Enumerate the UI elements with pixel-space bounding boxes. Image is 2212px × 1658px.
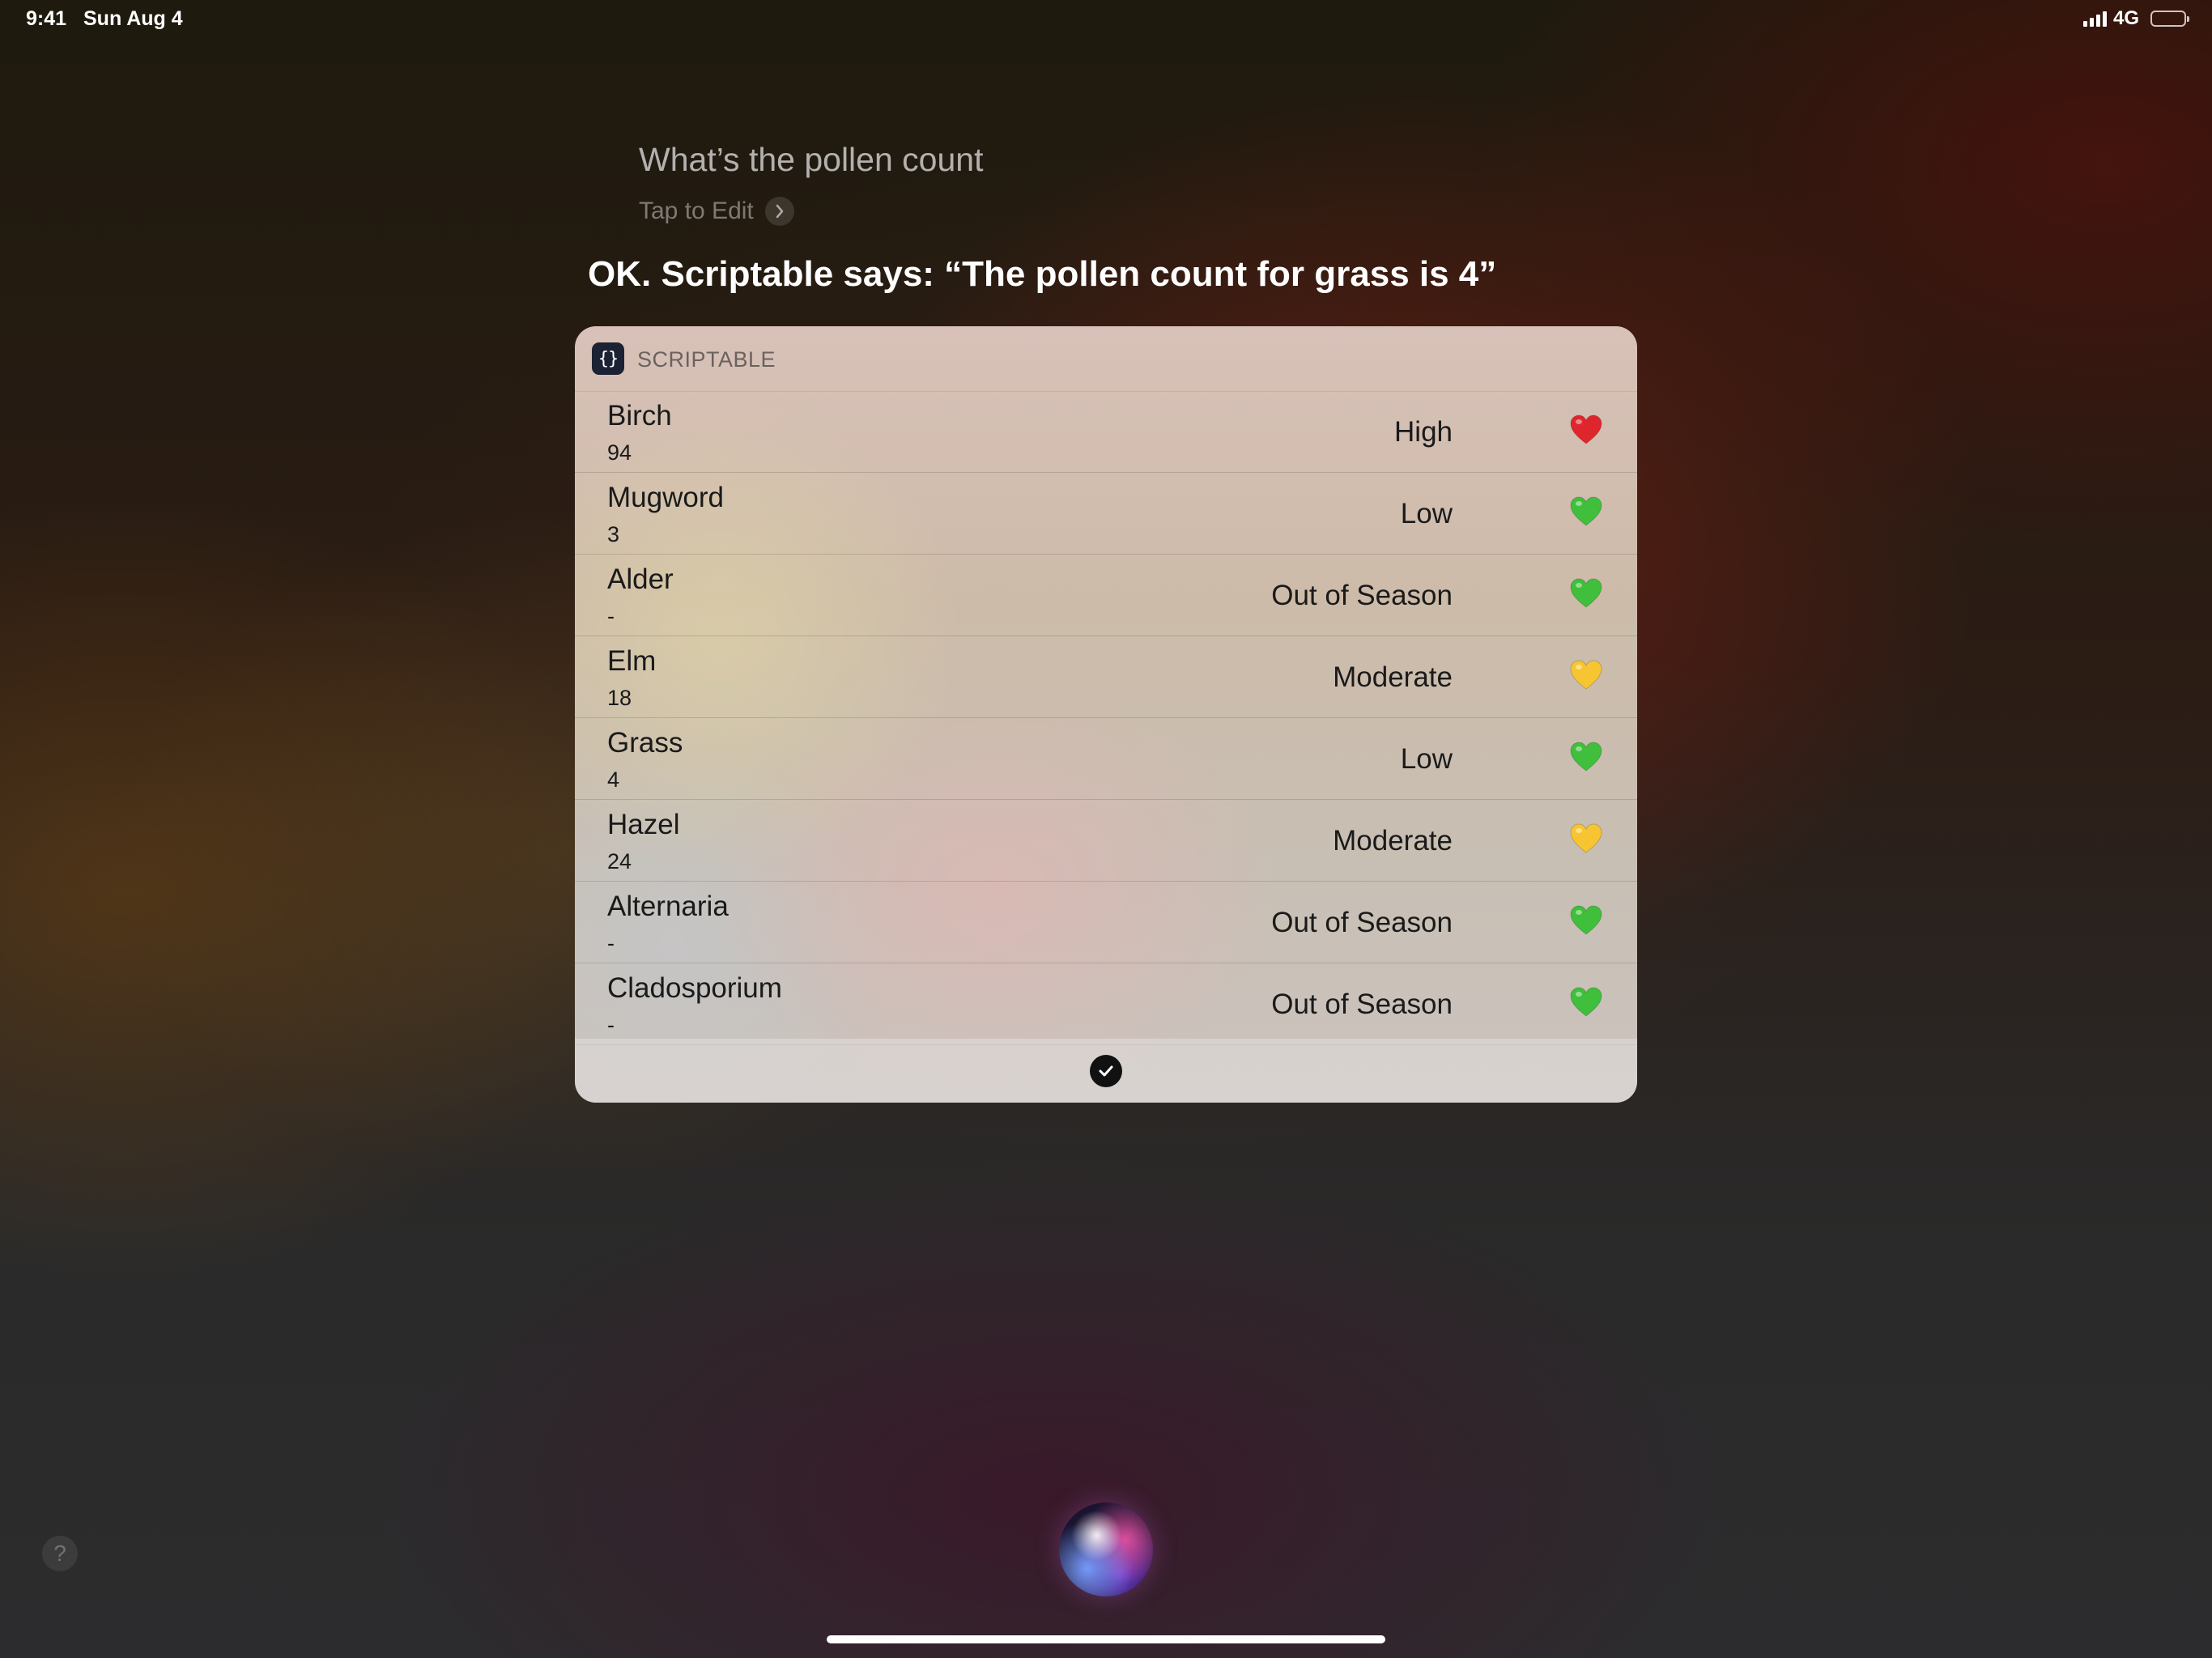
yellow-heart-icon [1570, 660, 1602, 690]
pollen-name: Alternaria [607, 891, 729, 922]
chevron-right-icon[interactable] [764, 197, 794, 226]
pollen-count: 24 [607, 849, 632, 874]
pollen-row[interactable]: Alder - Out of Season [575, 555, 1637, 636]
pollen-name: Birch [607, 400, 672, 432]
cellular-signal-icon [2082, 11, 2107, 27]
siri-response-text: OK. Scriptable says: “The pollen count f… [588, 254, 1497, 294]
pollen-level: Out of Season [1271, 907, 1453, 938]
siri-orb-icon[interactable] [1059, 1503, 1153, 1596]
status-bar: 9:41 Sun Aug 4 4G [0, 0, 2212, 40]
green-heart-icon [1570, 578, 1602, 608]
done-checkmark-icon[interactable] [1090, 1055, 1122, 1087]
pollen-row[interactable]: Alternaria - Out of Season [575, 882, 1637, 963]
scriptable-app-icon: {} [592, 342, 624, 375]
tap-to-edit-button[interactable]: Tap to Edit [639, 197, 794, 226]
pollen-count: - [607, 1013, 615, 1037]
pollen-level: Low [1400, 498, 1453, 529]
status-time: 9:41 [26, 7, 67, 30]
tap-to-edit-label: Tap to Edit [639, 198, 754, 224]
pollen-row[interactable]: Birch 94 High [575, 391, 1637, 473]
pollen-count: 94 [607, 440, 632, 465]
yellow-heart-icon [1570, 823, 1602, 853]
red-heart-icon [1570, 414, 1602, 444]
pollen-level: Moderate [1333, 661, 1453, 693]
status-indicators: 4G [2082, 7, 2189, 30]
pollen-name: Mugword [607, 482, 724, 513]
home-indicator[interactable] [827, 1635, 1385, 1643]
pollen-count: 4 [607, 767, 620, 792]
pollen-name: Grass [607, 727, 683, 759]
scriptable-result-card: {} SCRIPTABLE Birch 94 High Mugword 3 Low Alde… [575, 326, 1637, 1103]
card-app-name: SCRIPTABLE [637, 347, 776, 372]
pollen-row[interactable]: Mugword 3 Low [575, 473, 1637, 555]
pollen-row[interactable]: Elm 18 Moderate [575, 636, 1637, 718]
pollen-name: Hazel [607, 809, 680, 840]
card-footer [575, 1039, 1637, 1103]
pollen-level: High [1394, 416, 1453, 448]
green-heart-icon [1570, 905, 1602, 935]
pollen-level: Out of Season [1271, 580, 1453, 611]
card-header: {} SCRIPTABLE [575, 326, 1637, 392]
pollen-level: Low [1400, 743, 1453, 775]
green-heart-icon [1570, 987, 1602, 1017]
pollen-row[interactable]: Hazel 24 Moderate [575, 800, 1637, 882]
pollen-count: - [607, 604, 615, 628]
pollen-row[interactable]: Grass 4 Low [575, 718, 1637, 800]
pollen-level: Out of Season [1271, 988, 1453, 1020]
green-heart-icon [1570, 742, 1602, 772]
pollen-row[interactable]: Cladosporium - Out of Season [575, 963, 1637, 1045]
pollen-count: 3 [607, 522, 620, 546]
pollen-count: 18 [607, 686, 632, 710]
pollen-count: - [607, 931, 615, 955]
network-type: 4G [2112, 7, 2139, 29]
battery-icon [2150, 11, 2189, 27]
pollen-name: Cladosporium [607, 972, 782, 1004]
help-button[interactable]: ? [42, 1536, 78, 1571]
siri-query-text[interactable]: What’s the pollen count [639, 141, 983, 179]
pollen-level: Moderate [1333, 825, 1453, 857]
green-heart-icon [1570, 496, 1602, 526]
status-date: Sun Aug 4 [83, 7, 183, 30]
pollen-name: Alder [607, 563, 674, 595]
pollen-list: Birch 94 High Mugword 3 Low Alder - Out of Seaso… [575, 391, 1637, 1045]
pollen-name: Elm [607, 645, 657, 677]
